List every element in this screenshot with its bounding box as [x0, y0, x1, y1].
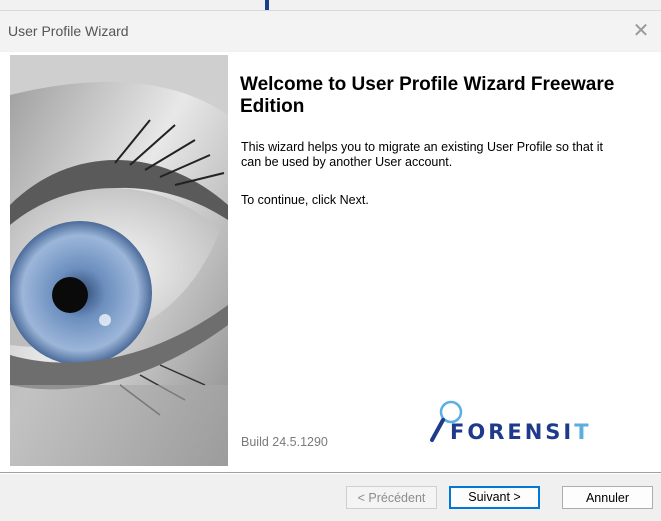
description-text: This wizard helps you to migrate an exis… [241, 140, 603, 169]
background-strip [0, 0, 661, 10]
logo-text-main: FORENSI [450, 420, 575, 444]
footer-divider-highlight [0, 473, 661, 474]
window-title: User Profile Wizard [8, 23, 129, 39]
title-bar: User Profile Wizard ✕ [0, 11, 661, 51]
close-button[interactable]: ✕ [621, 11, 661, 51]
build-label: Build 24.5.1290 [241, 435, 328, 449]
wizard-window: User Profile Wizard ✕ Welcome to User Pr… [0, 10, 661, 521]
eye-image [10, 55, 228, 466]
instruction-text: To continue, click Next. [241, 193, 369, 207]
background-marker [265, 0, 269, 10]
next-button[interactable]: Suivant > [449, 486, 540, 509]
back-button[interactable]: < Précédent [346, 486, 437, 509]
logo-wordmark: FORENSIT [450, 420, 592, 444]
page-heading: Welcome to User Profile Wizard Freeware … [240, 74, 615, 117]
forensit-logo: FORENSIT [428, 398, 638, 458]
cancel-button[interactable]: Annuler [562, 486, 653, 509]
wizard-content: Welcome to User Profile Wizard Freeware … [0, 52, 661, 472]
logo-text-last: T [574, 420, 592, 444]
